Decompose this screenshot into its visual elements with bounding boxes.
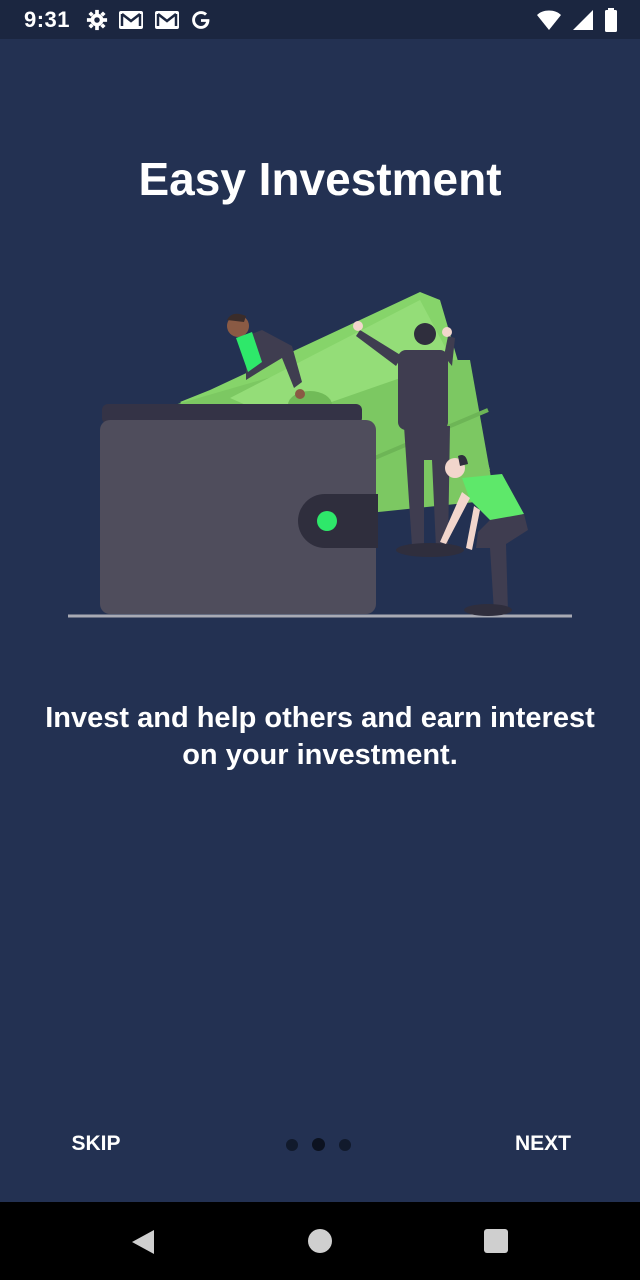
- onboarding-screen: 9:31 Easy Investment Invest and help oth…: [0, 0, 640, 1280]
- recents-icon[interactable]: [484, 1229, 508, 1253]
- page-dot-2-active[interactable]: [312, 1138, 325, 1151]
- gmail-icon: [118, 9, 144, 31]
- gmail-icon: [154, 9, 180, 31]
- cellular-signal-icon: [572, 9, 594, 31]
- back-icon[interactable]: [128, 1228, 158, 1256]
- page-dot-1[interactable]: [286, 1138, 298, 1151]
- page-indicator: [286, 1138, 351, 1151]
- settings-icon: [86, 9, 108, 31]
- status-time: 9:31: [24, 7, 71, 32]
- page-title: Easy Investment: [138, 153, 502, 205]
- status-bar: 9:31: [0, 0, 640, 39]
- system-status-icons: [536, 7, 618, 33]
- home-icon[interactable]: [308, 1229, 332, 1253]
- wifi-icon: [536, 9, 562, 31]
- investment-illustration: [68, 292, 572, 618]
- next-button[interactable]: NEXT: [500, 1122, 586, 1166]
- navigation-bar: [0, 1202, 640, 1280]
- page-description: Invest and help others and earn interest…: [45, 702, 595, 771]
- battery-icon: [604, 8, 618, 32]
- notification-icons: [86, 7, 212, 33]
- google-icon: [190, 9, 212, 31]
- skip-button[interactable]: SKIP: [56, 1122, 136, 1166]
- page-dot-3[interactable]: [339, 1138, 351, 1151]
